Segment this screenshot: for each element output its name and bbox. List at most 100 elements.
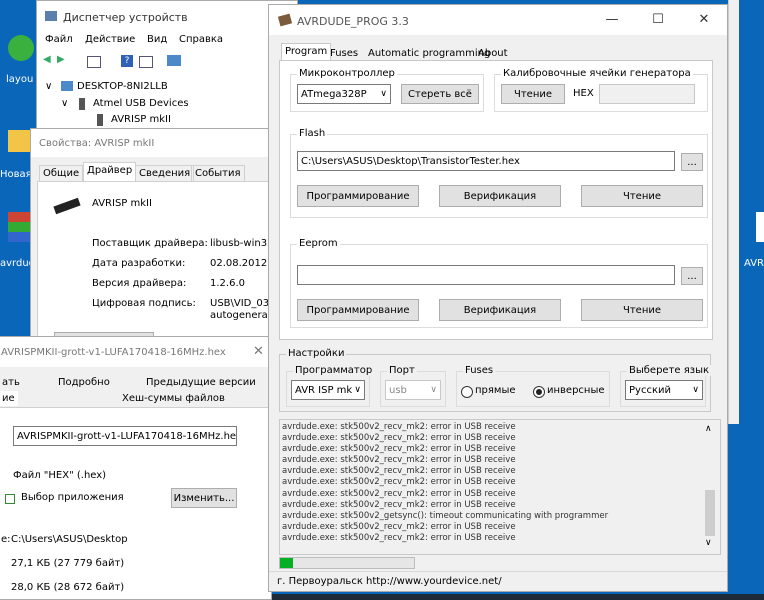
close-icon[interactable]: ✕ bbox=[253, 344, 264, 359]
mcu-group-label: Микроконтроллер bbox=[297, 68, 397, 79]
log-scrollbar[interactable]: ∧ ∨ bbox=[702, 420, 718, 552]
log-line: avrdude.exe: stk500v2_recv_mk2: error in… bbox=[282, 444, 516, 455]
collapse-icon[interactable]: ∨ bbox=[45, 81, 52, 92]
tab-about[interactable]: About bbox=[475, 46, 511, 61]
eeprom-path-input[interactable] bbox=[297, 265, 675, 285]
flash-verify-button[interactable]: Верификация bbox=[439, 185, 561, 207]
log-line: avrdude.exe: stk500v2_recv_mk2: error in… bbox=[282, 433, 516, 444]
log-line: avrdude.exe: stk500v2_recv_mk2: error in… bbox=[282, 477, 516, 488]
back-icon[interactable]: ◀ bbox=[43, 54, 51, 65]
driver-signature-value: USB\VID_03E bbox=[210, 298, 276, 309]
flash-browse-button[interactable]: ... bbox=[681, 153, 703, 171]
chevron-down-icon: ∨ bbox=[380, 89, 387, 99]
scroll-up-icon[interactable]: ∧ bbox=[705, 424, 712, 434]
tab-driver[interactable]: Драйвер bbox=[83, 162, 137, 181]
window-title: Диспетчер устройств bbox=[63, 11, 188, 24]
maximize-icon[interactable]: ☐ bbox=[635, 5, 681, 35]
chevron-down-icon: ∨ bbox=[692, 385, 699, 395]
menu-view[interactable]: Вид bbox=[147, 34, 167, 45]
minimize-icon[interactable]: — bbox=[589, 5, 635, 35]
tree-group[interactable]: Atmel USB Devices bbox=[93, 98, 189, 109]
location-value: C:\Users\ASUS\Desktop bbox=[11, 534, 128, 545]
eeprom-browse-button[interactable]: ... bbox=[681, 267, 703, 285]
menu-action[interactable]: Действие bbox=[85, 34, 135, 45]
calib-read-button[interactable]: Чтение bbox=[501, 84, 565, 104]
log-panel[interactable]: avrdude.exe: stk500v2_recv_mk2: error in… bbox=[279, 419, 721, 555]
app-icon bbox=[277, 13, 293, 27]
hex-field[interactable] bbox=[599, 84, 695, 104]
chevron-down-icon: ∨ bbox=[430, 385, 437, 395]
language-select[interactable]: Русский ∨ bbox=[625, 380, 703, 400]
port-select[interactable]: usb ∨ bbox=[385, 380, 441, 400]
eeprom-group: Eeprom ... Программирование Верификация … bbox=[290, 238, 708, 328]
tree-root[interactable]: DESKTOP-8NI2LLB bbox=[77, 81, 168, 92]
background-window-edge bbox=[728, 0, 739, 424]
menubar: Файл Действие Вид Справка bbox=[37, 31, 297, 49]
eeprom-verify-button[interactable]: Верификация bbox=[439, 299, 561, 321]
tab-general[interactable]: Общие bbox=[39, 165, 84, 182]
tree-device[interactable]: AVRISP mkII bbox=[111, 114, 171, 125]
tab-general[interactable]: ие bbox=[0, 391, 18, 406]
device-manager-titlebar: Диспетчер устройств bbox=[37, 1, 297, 31]
progress-bar bbox=[279, 557, 415, 569]
flash-read-button[interactable]: Чтение bbox=[581, 185, 703, 207]
window-title: AVRISPMKII-grott-v1-LUFA170418-16MHz.hex bbox=[1, 347, 226, 358]
general-panel: AVRISPMKII-grott-v1-LUFA170418-16MHz.hex… bbox=[0, 407, 271, 599]
tab-security[interactable]: ать bbox=[0, 375, 23, 390]
desktop-icon-layout[interactable]: layou bbox=[0, 30, 40, 90]
port-value: usb bbox=[389, 384, 407, 396]
menu-file[interactable]: Файл bbox=[45, 34, 73, 45]
log-lines: avrdude.exe: stk500v2_recv_mk2: error in… bbox=[282, 422, 698, 544]
mcu-select[interactable]: ATmega328P ∨ bbox=[297, 84, 391, 104]
fuse-inverse-label: инверсные bbox=[547, 385, 605, 396]
forward-icon[interactable]: ▶ bbox=[57, 54, 65, 65]
device-manager-icon bbox=[45, 11, 57, 21]
log-line: avrdude.exe: stk500v2_getsync(): timeout… bbox=[282, 510, 609, 521]
status-bar: г. Первоуральск http://www.yourdevice.ne… bbox=[269, 571, 727, 591]
mcu-select-value: ATmega328P bbox=[301, 88, 367, 100]
fuse-inverse-radio[interactable] bbox=[533, 386, 545, 398]
tab-details[interactable]: Сведения bbox=[135, 165, 195, 182]
green-app-icon bbox=[8, 35, 34, 61]
usb-icon bbox=[79, 98, 85, 110]
window-title: Свойства: AVRISP mkII bbox=[39, 138, 155, 149]
flash-path-input[interactable]: C:\Users\ASUS\Desktop\TransistorTester.h… bbox=[297, 151, 675, 171]
radio-dot bbox=[536, 389, 542, 395]
port-group: Порт usb ∨ bbox=[380, 365, 446, 407]
close-icon[interactable]: ✕ bbox=[681, 5, 727, 35]
driver-date-value: 02.08.2012 bbox=[210, 258, 268, 269]
scroll-thumb[interactable] bbox=[705, 490, 715, 536]
eeprom-group-label: Eeprom bbox=[297, 238, 340, 249]
tab-previous-versions[interactable]: Предыдущие версии bbox=[143, 375, 259, 390]
eeprom-read-button[interactable]: Чтение bbox=[581, 299, 703, 321]
help-icon[interactable]: ? bbox=[121, 55, 133, 67]
monitor-icon[interactable] bbox=[167, 55, 181, 66]
flash-program-button[interactable]: Программирование bbox=[297, 185, 419, 207]
port-label: Порт bbox=[387, 365, 417, 376]
usb-icon bbox=[97, 114, 103, 126]
log-line: avrdude.exe: stk500v2_recv_mk2: error in… bbox=[282, 466, 516, 477]
flash-group: Flash C:\Users\ASUS\Desktop\TransistorTe… bbox=[290, 128, 708, 218]
menu-help[interactable]: Справка bbox=[179, 34, 223, 45]
update-icon[interactable] bbox=[139, 56, 153, 68]
tab-hashes[interactable]: Хеш-суммы файлов bbox=[119, 391, 228, 406]
tab-details[interactable]: Подробно bbox=[55, 375, 113, 390]
tab-events[interactable]: События bbox=[191, 165, 245, 182]
scroll-down-icon[interactable]: ∨ bbox=[705, 538, 712, 548]
properties-icon[interactable] bbox=[87, 56, 101, 68]
change-button[interactable]: Изменить... bbox=[171, 488, 237, 508]
fuse-direct-radio[interactable] bbox=[461, 386, 473, 398]
fuses-label: Fuses bbox=[463, 365, 496, 376]
file-properties-window: AVRISPMKII-grott-v1-LUFA170418-16MHz.hex… bbox=[0, 336, 272, 600]
driver-panel: AVRISP mkII Поставщик драйвера: libusb-w… bbox=[37, 181, 276, 347]
settings-group: Настройки Программатор AVR ISP mk ∨ Порт… bbox=[279, 348, 711, 412]
tab-fuses[interactable]: Fuses bbox=[327, 46, 361, 61]
filename-input[interactable]: AVRISPMKII-grott-v1-LUFA170418-16MHz.hex bbox=[13, 426, 237, 446]
collapse-icon[interactable]: ∨ bbox=[61, 98, 68, 109]
app-icon bbox=[5, 494, 15, 504]
desktop-icon-avr[interactable]: AVR bbox=[740, 210, 764, 270]
eeprom-program-button[interactable]: Программирование bbox=[297, 299, 419, 321]
erase-all-button[interactable]: Стереть всё bbox=[401, 84, 479, 104]
programmer-select[interactable]: AVR ISP mk ∨ bbox=[291, 380, 365, 400]
size-on-disk-value: 28,0 КБ (28 672 байт) bbox=[11, 582, 125, 593]
